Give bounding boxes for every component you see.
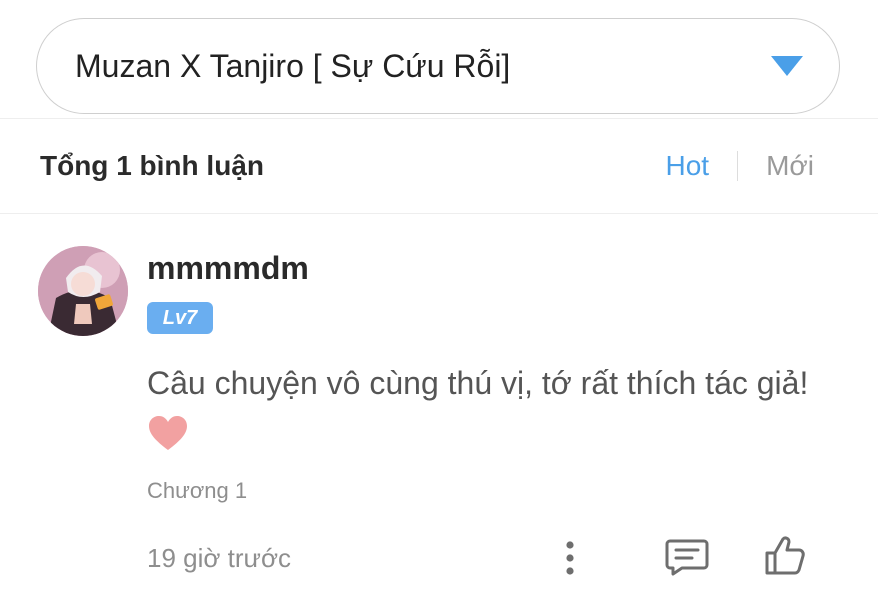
comment-count: Tổng 1 bình luận bbox=[40, 150, 264, 181]
comment-text: Câu chuyện vô cùng thú vị, tớ rất thích … bbox=[147, 365, 809, 401]
chapter-label[interactable]: Chương 1 bbox=[147, 478, 247, 504]
heart-emoji-icon bbox=[147, 414, 189, 457]
reply-icon[interactable] bbox=[664, 537, 710, 582]
more-options-icon[interactable] bbox=[560, 540, 580, 581]
sort-new-tab[interactable]: Mới bbox=[766, 150, 814, 182]
header-divider bbox=[0, 213, 878, 214]
sort-hot-tab[interactable]: Hot bbox=[666, 150, 710, 182]
sort-options: Hot Mới bbox=[666, 150, 814, 182]
avatar-image bbox=[38, 246, 128, 336]
avatar[interactable] bbox=[38, 246, 128, 336]
section-divider bbox=[0, 118, 878, 119]
dropdown-triangle-icon[interactable] bbox=[771, 56, 803, 76]
username[interactable]: mmmmdm bbox=[147, 250, 309, 287]
chapter-selector[interactable]: Muzan X Tanjiro [ Sự Cứu Rỗi] bbox=[36, 18, 840, 114]
like-icon[interactable] bbox=[764, 535, 806, 582]
sort-separator bbox=[737, 151, 739, 181]
chapter-title: Muzan X Tanjiro [ Sự Cứu Rỗi] bbox=[75, 47, 511, 84]
timestamp: 19 giờ trước bbox=[147, 543, 291, 573]
level-badge: Lv7 bbox=[147, 302, 213, 334]
